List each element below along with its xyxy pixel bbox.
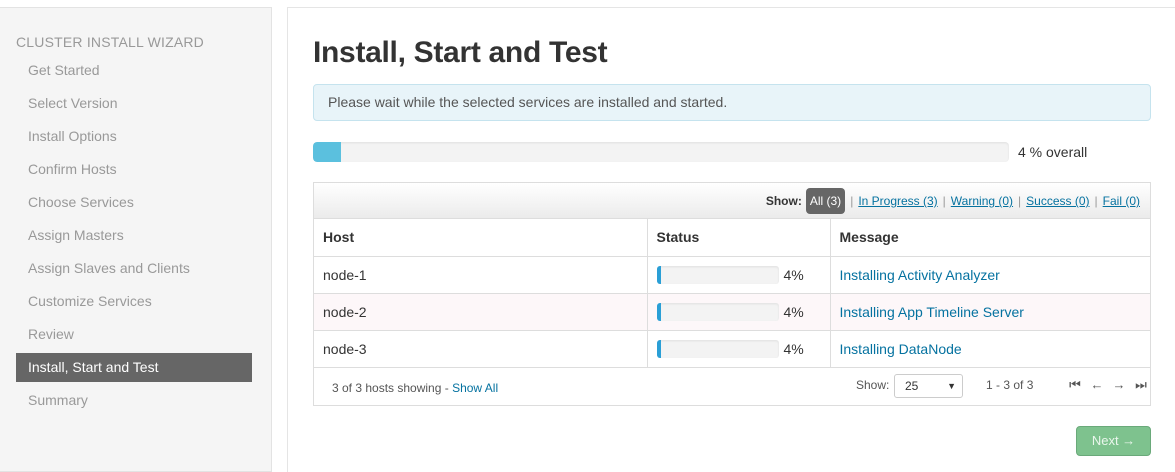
- overall-progress-bar: [313, 142, 1009, 162]
- host-message: Installing Activity Analyzer: [830, 256, 1150, 294]
- prev-page-icon[interactable]: ←: [1086, 377, 1108, 393]
- table-footer: 3 of 3 hosts showing - Show All Show: 25…: [314, 369, 1150, 405]
- host-progress-label: 4%: [783, 266, 804, 283]
- host-progress-fill: [656, 302, 662, 321]
- step-select-version[interactable]: Select Version: [16, 89, 252, 118]
- filter-fail[interactable]: Fail (0): [1103, 194, 1140, 208]
- table-row: node-1 4% Installing Activity Analyzer: [314, 256, 1150, 294]
- table-row: node-2 4% Installing App Timeline Server: [314, 293, 1150, 331]
- host-message-link[interactable]: Installing App Timeline Server: [840, 304, 1024, 320]
- hosts-count-text: 3 of 3 hosts showing -: [332, 381, 453, 395]
- step-get-started[interactable]: Get Started: [16, 56, 252, 85]
- table-row: node-3 4% Installing DataNode: [314, 330, 1150, 368]
- hosts-table: Host Status Message node-1 4% Installing…: [314, 219, 1150, 368]
- page-size-label: Show:: [856, 378, 890, 392]
- step-install-start-test[interactable]: Install, Start and Test: [16, 353, 252, 382]
- page-size-value: 25: [905, 379, 919, 393]
- host-status: 4%: [647, 256, 831, 294]
- overall-progress-label: 4 % overall: [1018, 144, 1088, 160]
- page-size-select[interactable]: 25 ▼: [894, 374, 963, 398]
- filter-separator: |: [850, 194, 854, 208]
- wizard-sidebar: CLUSTER INSTALL WIZARD Get Started Selec…: [0, 7, 272, 472]
- host-message-link[interactable]: Installing Activity Analyzer: [840, 267, 1000, 283]
- host-status-panel: Show: All (3) | In Progress (3) | Warnin…: [313, 182, 1151, 406]
- host-message-link[interactable]: Installing DataNode: [840, 341, 962, 357]
- header-message: Message: [830, 219, 1150, 257]
- host-status: 4%: [647, 293, 831, 331]
- info-alert: Please wait while the selected services …: [313, 84, 1151, 121]
- pager: ⏮ ← → ⏭: [1064, 377, 1152, 393]
- host-progress-fill: [656, 339, 662, 358]
- host-progress-label: 4%: [783, 303, 804, 320]
- next-button[interactable]: Next →: [1076, 426, 1151, 456]
- host-progress-bar: [656, 302, 779, 321]
- step-install-options[interactable]: Install Options: [16, 122, 252, 151]
- filter-bar: Show: All (3) | In Progress (3) | Warnin…: [314, 183, 1150, 219]
- filter-separator: |: [1018, 194, 1022, 208]
- filter-warning[interactable]: Warning (0): [951, 194, 1013, 208]
- page-title: Install, Start and Test: [313, 36, 608, 69]
- host-status: 4%: [647, 330, 831, 368]
- sidebar-title: CLUSTER INSTALL WIZARD: [16, 34, 204, 50]
- filter-separator: |: [942, 194, 946, 208]
- step-customize-services[interactable]: Customize Services: [16, 287, 252, 316]
- hosts-count: 3 of 3 hosts showing - Show All: [332, 381, 498, 395]
- step-review[interactable]: Review: [16, 320, 252, 349]
- page-range: 1 - 3 of 3: [986, 378, 1034, 392]
- host-progress-label: 4%: [783, 340, 804, 357]
- host-name: node-3: [314, 330, 648, 368]
- step-confirm-hosts[interactable]: Confirm Hosts: [16, 155, 252, 184]
- host-progress-fill: [656, 265, 662, 284]
- host-name: node-2: [314, 293, 648, 331]
- main-panel: Install, Start and Test Please wait whil…: [287, 7, 1175, 472]
- first-page-icon[interactable]: ⏮: [1064, 377, 1086, 393]
- filter-success[interactable]: Success (0): [1026, 194, 1089, 208]
- show-all-link[interactable]: Show All: [452, 381, 498, 395]
- host-progress-bar: [656, 339, 779, 358]
- next-page-icon[interactable]: →: [1108, 377, 1130, 393]
- host-name: node-1: [314, 256, 648, 294]
- step-assign-slaves-clients[interactable]: Assign Slaves and Clients: [16, 254, 252, 283]
- header-host: Host: [314, 219, 648, 257]
- step-choose-services[interactable]: Choose Services: [16, 188, 252, 217]
- chevron-down-icon: ▼: [947, 381, 956, 391]
- step-assign-masters[interactable]: Assign Masters: [16, 221, 252, 250]
- last-page-icon[interactable]: ⏭: [1130, 377, 1152, 393]
- overall-progress-fill: [313, 142, 341, 162]
- filter-show-label: Show:: [765, 194, 802, 208]
- step-summary[interactable]: Summary: [16, 386, 252, 415]
- host-progress-bar: [656, 265, 779, 284]
- filter-in-progress[interactable]: In Progress (3): [858, 194, 937, 208]
- header-status: Status: [647, 219, 831, 257]
- filter-separator: |: [1094, 194, 1098, 208]
- filter-all[interactable]: All (3): [805, 188, 846, 214]
- host-message: Installing App Timeline Server: [830, 293, 1150, 331]
- host-message: Installing DataNode: [830, 330, 1150, 368]
